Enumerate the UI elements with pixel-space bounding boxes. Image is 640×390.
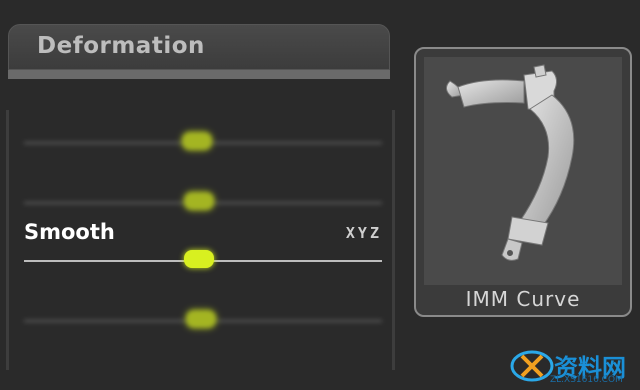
imm-curve-brush-icon bbox=[446, 64, 575, 261]
panel-right-border bbox=[392, 110, 395, 370]
brush-selector[interactable]: IMM Curve bbox=[414, 47, 632, 317]
deformation-panel-header[interactable]: Deformation bbox=[8, 24, 390, 70]
brush-preview bbox=[424, 57, 622, 285]
brush-name: IMM Curve bbox=[465, 287, 581, 311]
slider-thumb[interactable] bbox=[186, 310, 216, 328]
smooth-slider-thumb[interactable] bbox=[184, 250, 214, 268]
panel-title: Deformation bbox=[37, 33, 205, 59]
slider-row-hidden-bottom[interactable] bbox=[18, 330, 388, 386]
smooth-label: Smooth bbox=[24, 220, 115, 244]
watermark-logo: 资料网 ZL.XS1616.COM bbox=[510, 346, 638, 388]
slider-row-blurred[interactable] bbox=[18, 160, 388, 216]
xs-logo-icon bbox=[510, 350, 554, 382]
smooth-axis-toggle[interactable]: XYZ bbox=[346, 224, 382, 242]
slider-row-hidden-top[interactable] bbox=[18, 100, 388, 156]
slider-row-blurred[interactable] bbox=[18, 278, 388, 334]
panel-left-border bbox=[6, 110, 9, 370]
slider-thumb[interactable] bbox=[182, 132, 212, 150]
watermark-url: ZL.XS1616.COM bbox=[550, 375, 623, 385]
slider-thumb[interactable] bbox=[184, 192, 214, 210]
header-divider bbox=[8, 70, 390, 79]
slider-row-smooth[interactable]: Smooth XYZ bbox=[18, 218, 388, 274]
